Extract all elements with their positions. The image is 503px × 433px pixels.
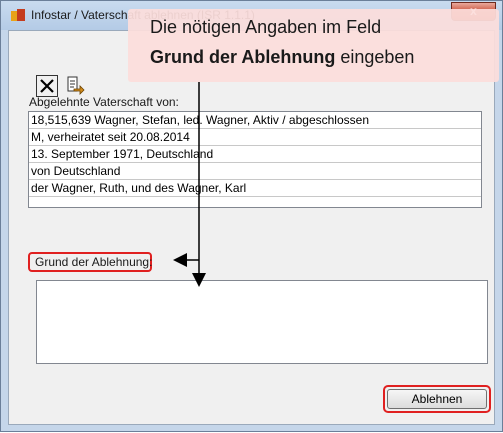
- list-item: M, verheiratet seit 20.08.2014: [29, 129, 481, 146]
- callout-line2: Grund der Ablehnung eingeben: [150, 47, 414, 68]
- list-item: der Wagner, Ruth, und des Wagner, Karl: [29, 180, 481, 197]
- submit-highlight: Ablehnen: [383, 385, 491, 413]
- close-x-icon: [40, 79, 54, 93]
- list-item: 13. September 1971, Deutschland: [29, 146, 481, 163]
- toolbar-close-button[interactable]: [36, 75, 58, 97]
- dialog-window: Infostar / Vaterschaft ablehnen (ISR 1.1…: [0, 0, 503, 432]
- reason-label-highlight: Grund der Ablehnung:: [28, 252, 152, 272]
- callout-emphasis: Grund der Ablehnung: [150, 47, 336, 67]
- export-icon: [67, 76, 85, 95]
- app-icon: [11, 9, 25, 21]
- details-list: 18,515,639 Wagner, Stefan, led. Wagner, …: [28, 111, 482, 208]
- callout-rest: eingeben: [335, 47, 415, 67]
- reason-label: Grund der Ablehnung:: [35, 255, 153, 269]
- instruction-callout: Die nötigen Angaben im Feld Grund der Ab…: [128, 9, 499, 82]
- details-label: Abgelehnte Vaterschaft von:: [29, 95, 179, 109]
- callout-line1: Die nötigen Angaben im Feld: [150, 17, 382, 37]
- reason-textarea[interactable]: [36, 280, 488, 364]
- toolbar-export-button[interactable]: [64, 75, 86, 97]
- list-item: von Deutschland: [29, 163, 481, 180]
- dialog-body: Abgelehnte Vaterschaft von: 18,515,639 W…: [8, 30, 495, 425]
- ablehnen-button[interactable]: Ablehnen: [387, 389, 487, 409]
- list-item: 18,515,639 Wagner, Stefan, led. Wagner, …: [29, 112, 481, 129]
